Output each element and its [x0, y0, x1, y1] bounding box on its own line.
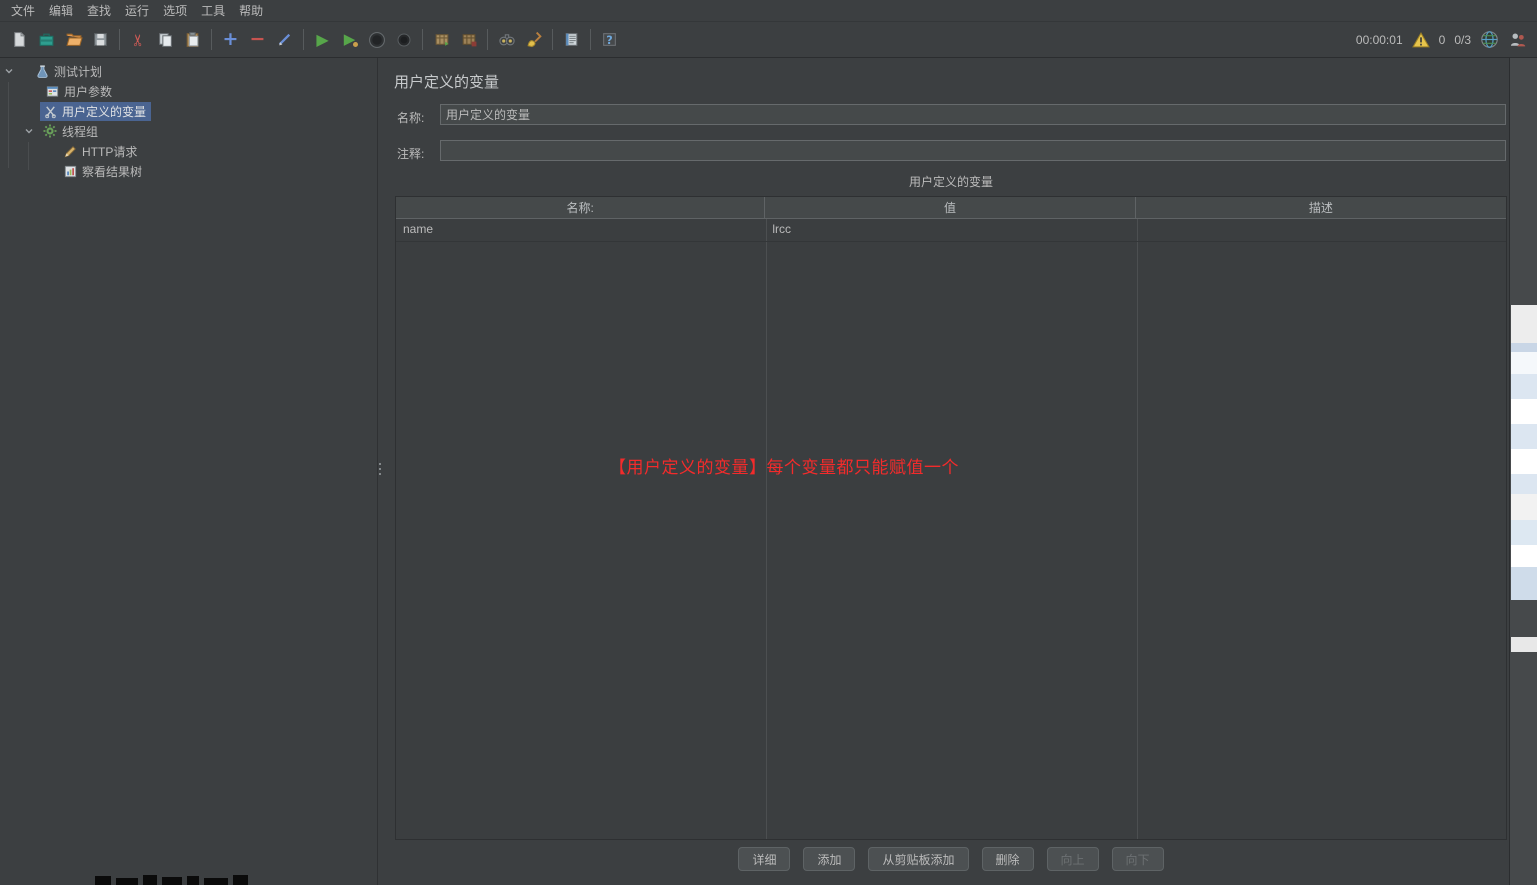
- open-icon[interactable]: [60, 26, 87, 53]
- shutdown-icon[interactable]: [390, 26, 417, 53]
- save-icon[interactable]: [87, 26, 114, 53]
- move-down-button[interactable]: 向下: [1111, 847, 1164, 871]
- chevron-down-icon[interactable]: [2, 64, 16, 78]
- tree-item-test-plan[interactable]: 测试计划: [0, 61, 377, 81]
- stop-icon[interactable]: [363, 26, 390, 53]
- cell-name[interactable]: name: [396, 219, 765, 241]
- column-divider: [1137, 219, 1138, 839]
- test-plan-icon: [34, 63, 50, 79]
- thread-group-icon: [42, 123, 58, 139]
- warning-icon[interactable]: [1411, 31, 1430, 48]
- toolbar-separator: [303, 29, 304, 50]
- delete-button[interactable]: 删除: [981, 847, 1034, 871]
- http-request-icon: [62, 143, 78, 159]
- tree-item-label: 察看结果树: [82, 164, 143, 179]
- tree-item-label: 线程组: [62, 124, 99, 139]
- test-plan-tree: 测试计划 用户参数 用户定义的变量 线程组 HTTP请求 察看结果树: [0, 58, 377, 885]
- copy-icon[interactable]: [152, 26, 179, 53]
- toolbar-separator: [487, 29, 488, 50]
- detail-button[interactable]: 详细: [738, 847, 791, 871]
- cell-description[interactable]: [1136, 219, 1506, 241]
- main-panel: 用户定义的变量 名称: 注释: 用户定义的变量 名称: 值 描述 name lr…: [381, 58, 1509, 885]
- search-icon[interactable]: [493, 26, 520, 53]
- add-button[interactable]: 添加: [803, 847, 856, 871]
- error-count: 0: [1438, 32, 1446, 47]
- tree-item-thread-group[interactable]: 线程组: [0, 121, 377, 141]
- remote-start-icon[interactable]: [428, 26, 455, 53]
- toolbar: ✂ + − ▶ ▶ ? 00:00:01 0 0/3: [0, 22, 1537, 58]
- tree-item-http-request[interactable]: HTTP请求: [0, 141, 377, 161]
- background-window-fragment: [95, 874, 275, 885]
- table-actions: 详细 添加 从剪贴板添加 删除 向上 向下: [395, 846, 1507, 872]
- page-title: 用户定义的变量: [394, 74, 500, 91]
- toolbar-separator: [422, 29, 423, 50]
- start-icon[interactable]: ▶: [309, 26, 336, 53]
- chevron-down-icon[interactable]: [22, 124, 36, 138]
- cell-value[interactable]: lrcc: [765, 219, 1135, 241]
- column-header-description[interactable]: 描述: [1135, 197, 1506, 219]
- add-from-clipboard-button[interactable]: 从剪贴板添加: [868, 847, 969, 871]
- menu-help[interactable]: 帮助: [232, 0, 270, 21]
- start-no-timers-icon[interactable]: ▶: [336, 26, 363, 53]
- clear-icon[interactable]: [520, 26, 547, 53]
- toolbar-separator: [119, 29, 120, 50]
- column-header-value[interactable]: 值: [765, 197, 1136, 219]
- svg-text:?: ?: [606, 34, 612, 47]
- annotation-text: 【用户定义的变量】每个变量都只能赋值一个: [609, 458, 959, 477]
- view-results-tree-icon: [62, 163, 78, 179]
- menu-tools[interactable]: 工具: [194, 0, 232, 21]
- remote-hosts-icon[interactable]: [1480, 30, 1499, 49]
- tree-item-user-parameters[interactable]: 用户参数: [0, 81, 377, 101]
- elapsed-timer: 00:00:01: [1355, 32, 1403, 47]
- help-icon[interactable]: ?: [596, 26, 623, 53]
- tree-item-label: 用户参数: [64, 84, 113, 99]
- table-header: 名称: 值 描述: [396, 197, 1506, 219]
- tree-item-label: 用户定义的变量: [62, 104, 147, 119]
- menu-options[interactable]: 选项: [156, 0, 194, 21]
- add-icon[interactable]: +: [217, 26, 244, 53]
- column-divider: [766, 219, 767, 839]
- toolbar-separator: [552, 29, 553, 50]
- new-file-icon[interactable]: [6, 26, 33, 53]
- user-defined-variables-icon: [42, 103, 58, 119]
- tree-item-view-results-tree[interactable]: 察看结果树: [0, 161, 377, 181]
- templates-icon[interactable]: [33, 26, 60, 53]
- menu-run[interactable]: 运行: [118, 0, 156, 21]
- users-icon[interactable]: [1508, 31, 1527, 48]
- paste-icon[interactable]: [179, 26, 206, 53]
- column-header-name[interactable]: 名称:: [396, 197, 766, 219]
- move-up-button[interactable]: 向上: [1046, 847, 1099, 871]
- function-helper-icon[interactable]: [558, 26, 585, 53]
- toggle-icon[interactable]: [271, 26, 298, 53]
- background-window-sliver: [1509, 58, 1537, 885]
- toolbar-status: 00:00:01 0 0/3: [1356, 30, 1527, 49]
- user-parameters-icon: [44, 83, 60, 99]
- menu-file[interactable]: 文件: [4, 0, 42, 21]
- comment-input[interactable]: [440, 140, 1506, 161]
- toolbar-separator: [211, 29, 212, 50]
- name-input[interactable]: [440, 104, 1506, 125]
- row-divider: [396, 241, 1506, 242]
- table-row[interactable]: name lrcc: [396, 219, 1506, 241]
- toolbar-separator: [590, 29, 591, 50]
- cut-icon[interactable]: ✂: [125, 26, 152, 53]
- table-title: 用户定义的变量: [908, 175, 993, 189]
- tree-item-label: HTTP请求: [82, 144, 138, 159]
- remote-stop-icon[interactable]: [455, 26, 482, 53]
- tree-item-user-defined-variables[interactable]: 用户定义的变量: [0, 101, 377, 121]
- menu-edit[interactable]: 编辑: [42, 0, 80, 21]
- tree-item-label: 测试计划: [54, 64, 103, 79]
- remove-icon[interactable]: −: [244, 26, 271, 53]
- thread-count: 0/3: [1454, 32, 1471, 47]
- menu-bar: 文件 编辑 查找 运行 选项 工具 帮助: [0, 0, 1537, 22]
- comment-label: 注释:: [397, 147, 425, 161]
- menu-search[interactable]: 查找: [80, 0, 118, 21]
- variables-table: 名称: 值 描述 name lrcc 【用户定义的变量】每个变量都只能赋值一个: [395, 196, 1507, 840]
- jmeter-window: 文件 编辑 查找 运行 选项 工具 帮助 ✂ + − ▶ ▶ ? 00:00:0…: [0, 0, 1537, 885]
- name-label: 名称:: [397, 111, 425, 125]
